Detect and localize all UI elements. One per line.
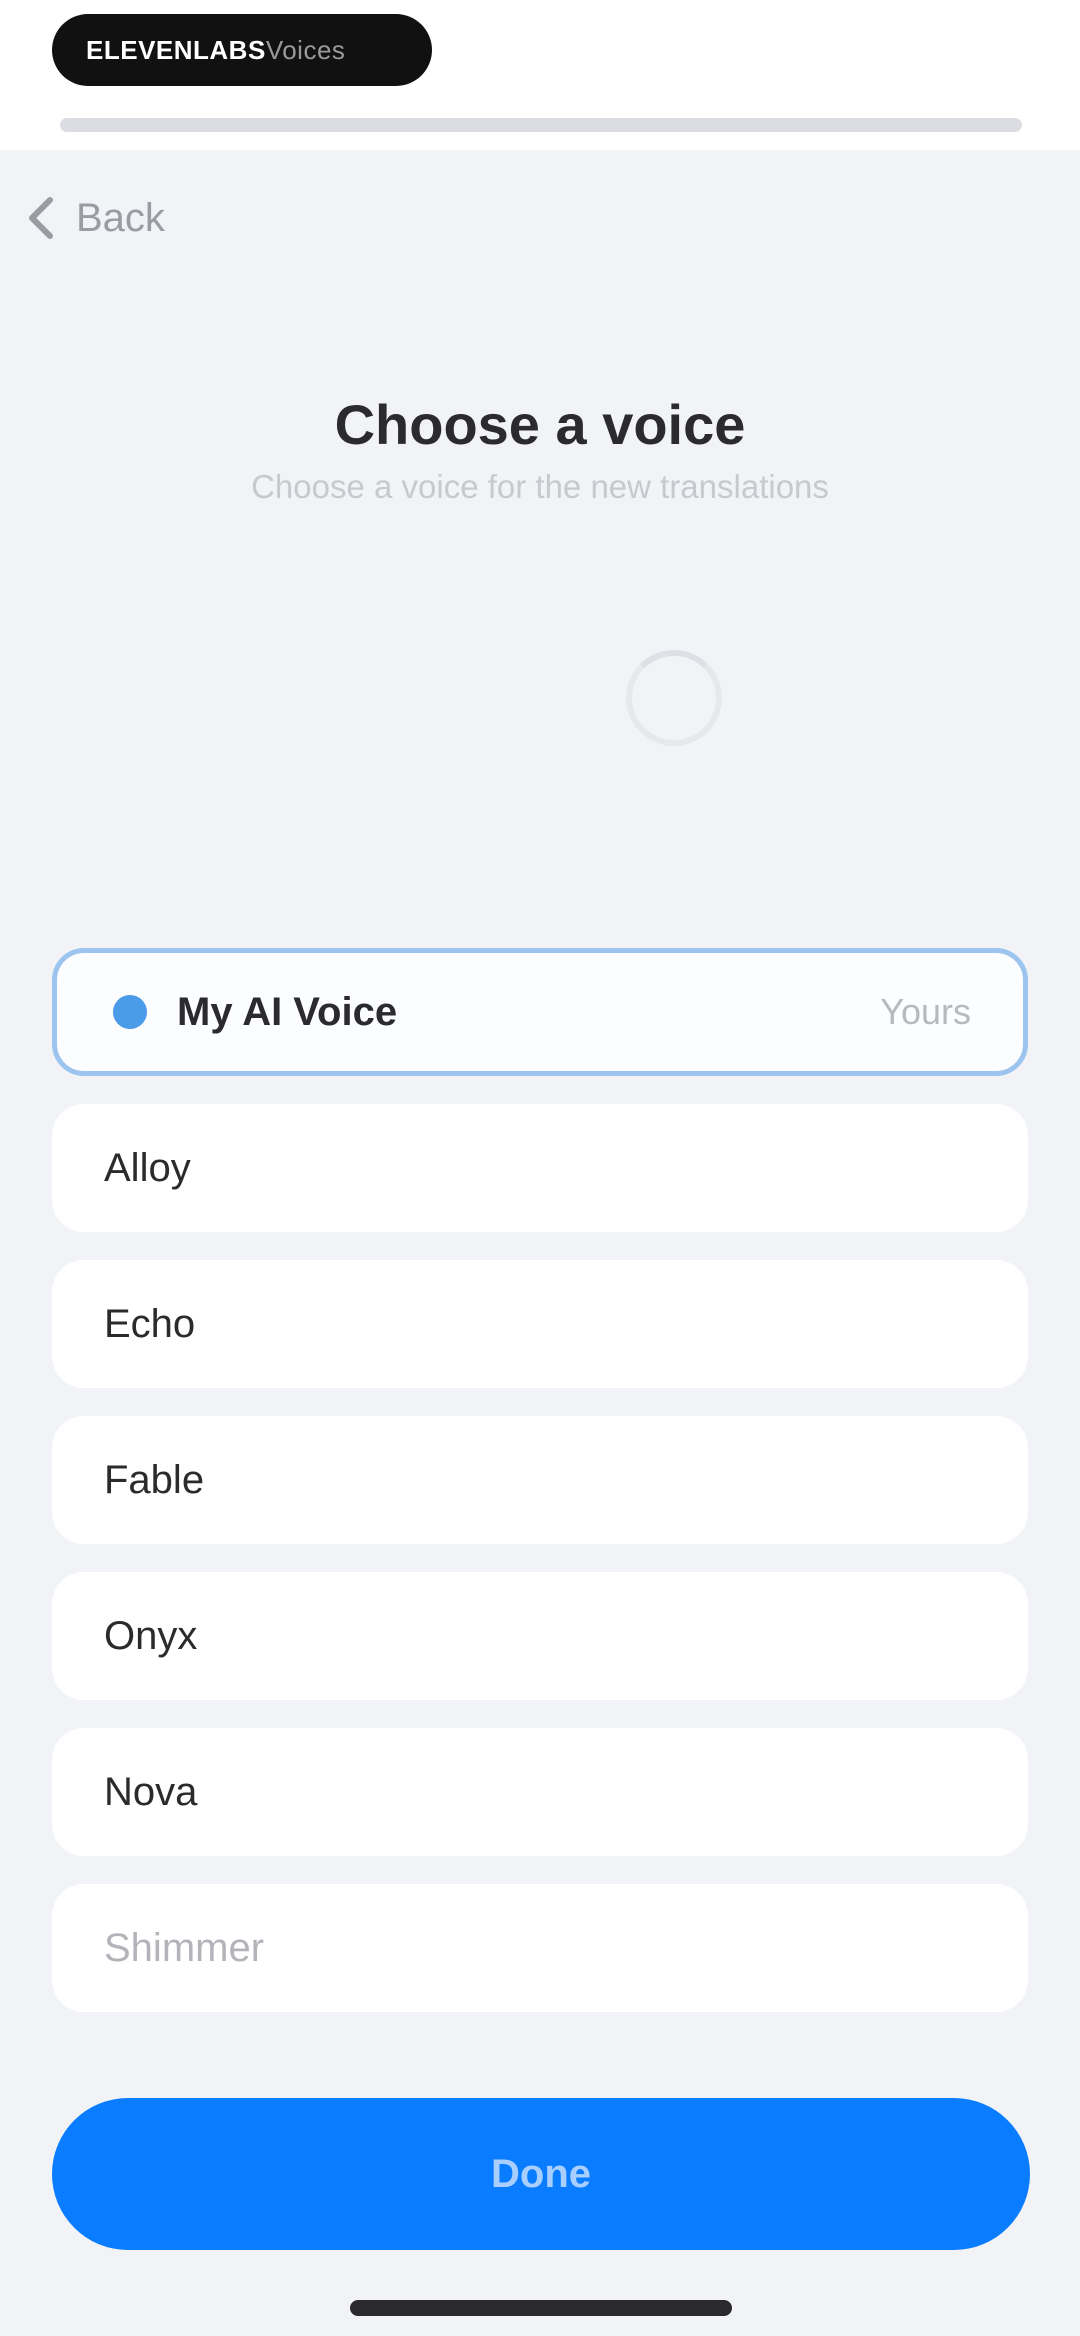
back-button[interactable]: Back bbox=[24, 188, 165, 248]
selected-radio-icon bbox=[113, 995, 147, 1029]
voice-option-label: My AI Voice bbox=[177, 989, 398, 1034]
page-subtitle: Choose a voice for the new translations bbox=[251, 468, 829, 505]
back-label: Back bbox=[76, 195, 165, 240]
voice-option-label: Onyx bbox=[104, 1613, 198, 1658]
done-button[interactable]: Done bbox=[52, 2098, 1030, 2250]
voice-option-alloy[interactable]: Alloy bbox=[52, 1104, 1028, 1232]
voice-option-nova[interactable]: Nova bbox=[52, 1728, 1028, 1856]
voice-option-label: Shimmer bbox=[104, 1925, 265, 1970]
voice-option-fable[interactable]: Fable bbox=[52, 1416, 1028, 1544]
voice-option-onyx[interactable]: Onyx bbox=[52, 1572, 1028, 1700]
page-title: Choose a voice bbox=[334, 393, 746, 456]
status-pill-primary: ELEVENLABS bbox=[86, 34, 266, 65]
voice-option-echo[interactable]: Echo bbox=[52, 1260, 1028, 1388]
voice-list: My AI Voice Yours Alloy Echo Fable Onyx … bbox=[52, 948, 1028, 2040]
voice-option-label: Fable bbox=[104, 1457, 205, 1502]
chevron-left-icon bbox=[29, 197, 53, 239]
voice-option-tag: Yours bbox=[880, 991, 971, 1032]
progress-bar bbox=[60, 118, 1022, 132]
voice-option-shimmer[interactable]: Shimmer bbox=[52, 1884, 1028, 2012]
status-pill-secondary: Voices bbox=[265, 34, 346, 65]
voice-option-label: Nova bbox=[104, 1769, 198, 1814]
status-pill: ELEVENLABS Voices bbox=[52, 14, 432, 86]
voice-option-label: Echo bbox=[104, 1301, 196, 1346]
voice-option-my-ai-voice[interactable]: My AI Voice Yours bbox=[52, 948, 1028, 1076]
home-indicator[interactable] bbox=[350, 2300, 732, 2316]
voice-option-label: Alloy bbox=[104, 1145, 191, 1190]
loading-spinner-icon bbox=[626, 650, 722, 746]
